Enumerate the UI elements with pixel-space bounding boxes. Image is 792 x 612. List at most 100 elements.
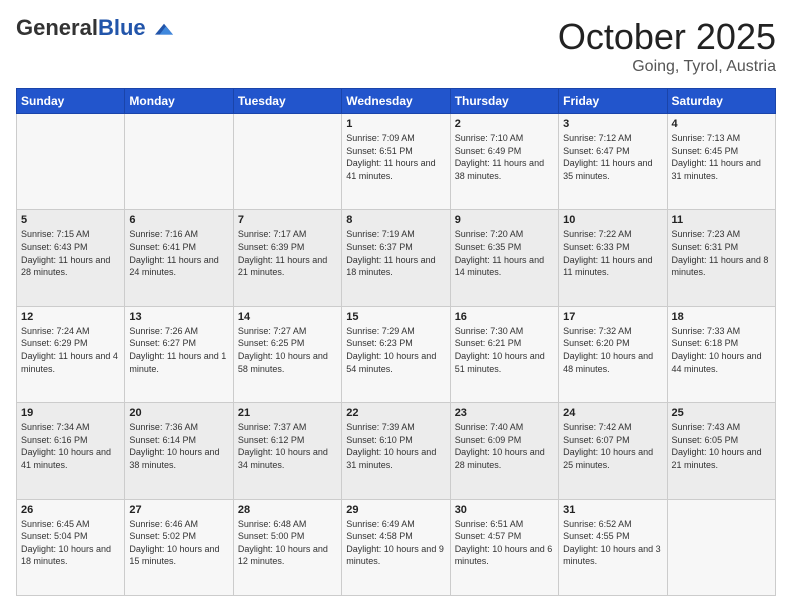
calendar-cell: 16 Sunrise: 7:30 AMSunset: 6:21 PMDayligh… bbox=[450, 306, 558, 402]
day-number: 16 bbox=[455, 311, 554, 323]
day-number: 13 bbox=[129, 311, 228, 323]
day-info: Sunrise: 7:26 AMSunset: 6:27 PMDaylight:… bbox=[129, 325, 228, 375]
day-info: Sunrise: 7:33 AMSunset: 6:18 PMDaylight:… bbox=[672, 325, 771, 375]
calendar-cell: 25Sunrise: 7:43 AMSunset: 6:05 PMDayligh… bbox=[667, 403, 775, 499]
day-info: Sunrise: 7:09 AMSunset: 6:51 PMDaylight:… bbox=[346, 132, 445, 182]
day-info: Sunrise: 7:30 AMSunset: 6:21 PMDaylight:… bbox=[455, 325, 554, 375]
page-header: GeneralBlue October 2025 Going, Tyrol, A… bbox=[16, 16, 776, 76]
calendar-day-header: Friday bbox=[559, 89, 667, 114]
day-info: Sunrise: 7:32 AMSunset: 6:20 PMDaylight:… bbox=[563, 325, 662, 375]
day-info: Sunrise: 6:45 AMSunset: 5:04 PMDaylight:… bbox=[21, 518, 120, 568]
calendar-cell: 23 Sunrise: 7:40 AMSunset: 6:09 PMDayligh… bbox=[450, 403, 558, 499]
day-number: 18 bbox=[672, 311, 771, 323]
day-info: Sunrise: 7:12 AMSunset: 6:47 PMDaylight:… bbox=[563, 132, 662, 182]
calendar-day-header: Wednesday bbox=[342, 89, 450, 114]
calendar-cell: 27 Sunrise: 6:46 AMSunset: 5:02 PMDayligh… bbox=[125, 499, 233, 595]
calendar-cell bbox=[17, 114, 125, 210]
calendar-cell bbox=[125, 114, 233, 210]
calendar-week-row: 12Sunrise: 7:24 AMSunset: 6:29 PMDayligh… bbox=[17, 306, 776, 402]
day-info: Sunrise: 7:40 AMSunset: 6:09 PMDaylight:… bbox=[455, 421, 554, 471]
day-info: Sunrise: 6:49 AMSunset: 4:58 PMDaylight:… bbox=[346, 518, 445, 568]
day-number: 8 bbox=[346, 214, 445, 226]
calendar-cell bbox=[667, 499, 775, 595]
day-number: 1 bbox=[346, 118, 445, 130]
calendar-cell: 12Sunrise: 7:24 AMSunset: 6:29 PMDayligh… bbox=[17, 306, 125, 402]
calendar-cell: 29 Sunrise: 6:49 AMSunset: 4:58 PMDayligh… bbox=[342, 499, 450, 595]
day-info: Sunrise: 6:48 AMSunset: 5:00 PMDaylight:… bbox=[238, 518, 337, 568]
day-info: Sunrise: 7:10 AMSunset: 6:49 PMDaylight:… bbox=[455, 132, 554, 182]
calendar-cell: 2 Sunrise: 7:10 AMSunset: 6:49 PMDaylight… bbox=[450, 114, 558, 210]
day-number: 2 bbox=[455, 118, 554, 130]
day-info: Sunrise: 6:46 AMSunset: 5:02 PMDaylight:… bbox=[129, 518, 228, 568]
day-number: 31 bbox=[563, 504, 662, 516]
day-info: Sunrise: 7:16 AMSunset: 6:41 PMDaylight:… bbox=[129, 228, 228, 278]
calendar-cell: 1 Sunrise: 7:09 AMSunset: 6:51 PMDaylight… bbox=[342, 114, 450, 210]
calendar-cell: 14Sunrise: 7:27 AMSunset: 6:25 PMDayligh… bbox=[233, 306, 341, 402]
calendar-cell: 20 Sunrise: 7:36 AMSunset: 6:14 PMDayligh… bbox=[125, 403, 233, 499]
calendar-cell: 21 Sunrise: 7:37 AMSunset: 6:12 PMDayligh… bbox=[233, 403, 341, 499]
calendar-day-header: Monday bbox=[125, 89, 233, 114]
day-number: 15 bbox=[346, 311, 445, 323]
calendar-cell: 15 Sunrise: 7:29 AMSunset: 6:23 PMDayligh… bbox=[342, 306, 450, 402]
day-info: Sunrise: 7:39 AMSunset: 6:10 PMDaylight:… bbox=[346, 421, 445, 471]
calendar-week-row: 26 Sunrise: 6:45 AMSunset: 5:04 PMDayligh… bbox=[17, 499, 776, 595]
day-info: Sunrise: 7:19 AMSunset: 6:37 PMDaylight:… bbox=[346, 228, 445, 278]
calendar-cell: 17 Sunrise: 7:32 AMSunset: 6:20 PMDayligh… bbox=[559, 306, 667, 402]
day-number: 23 bbox=[455, 407, 554, 419]
day-info: Sunrise: 7:13 AMSunset: 6:45 PMDaylight:… bbox=[672, 132, 771, 182]
day-number: 7 bbox=[238, 214, 337, 226]
day-info: Sunrise: 7:36 AMSunset: 6:14 PMDaylight:… bbox=[129, 421, 228, 471]
day-number: 19 bbox=[21, 407, 120, 419]
day-number: 26 bbox=[21, 504, 120, 516]
calendar-cell: 9Sunrise: 7:20 AMSunset: 6:35 PMDaylight… bbox=[450, 210, 558, 306]
logo: GeneralBlue bbox=[16, 16, 173, 40]
calendar-cell: 30 Sunrise: 6:51 AMSunset: 4:57 PMDayligh… bbox=[450, 499, 558, 595]
calendar-cell: 5 Sunrise: 7:15 AMSunset: 6:43 PMDaylight… bbox=[17, 210, 125, 306]
calendar-cell: 31Sunrise: 6:52 AMSunset: 4:55 PMDayligh… bbox=[559, 499, 667, 595]
day-number: 10 bbox=[563, 214, 662, 226]
day-number: 21 bbox=[238, 407, 337, 419]
month-title: October 2025 bbox=[558, 16, 776, 58]
day-info: Sunrise: 7:22 AMSunset: 6:33 PMDaylight:… bbox=[563, 228, 662, 278]
day-number: 25 bbox=[672, 407, 771, 419]
calendar-week-row: 19 Sunrise: 7:34 AMSunset: 6:16 PMDayligh… bbox=[17, 403, 776, 499]
day-info: Sunrise: 7:17 AMSunset: 6:39 PMDaylight:… bbox=[238, 228, 337, 278]
calendar-cell: 10 Sunrise: 7:22 AMSunset: 6:33 PMDayligh… bbox=[559, 210, 667, 306]
day-number: 29 bbox=[346, 504, 445, 516]
day-number: 6 bbox=[129, 214, 228, 226]
calendar-cell: 24Sunrise: 7:42 AMSunset: 6:07 PMDayligh… bbox=[559, 403, 667, 499]
day-number: 30 bbox=[455, 504, 554, 516]
title-block: October 2025 Going, Tyrol, Austria bbox=[558, 16, 776, 76]
logo-blue-text: Blue bbox=[98, 15, 146, 40]
day-number: 5 bbox=[21, 214, 120, 226]
day-info: Sunrise: 7:23 AMSunset: 6:31 PMDaylight:… bbox=[672, 228, 771, 278]
day-info: Sunrise: 6:51 AMSunset: 4:57 PMDaylight:… bbox=[455, 518, 554, 568]
day-info: Sunrise: 7:29 AMSunset: 6:23 PMDaylight:… bbox=[346, 325, 445, 375]
day-number: 4 bbox=[672, 118, 771, 130]
logo-general-text: General bbox=[16, 15, 98, 40]
calendar-cell: 18 Sunrise: 7:33 AMSunset: 6:18 PMDayligh… bbox=[667, 306, 775, 402]
calendar-cell: 22Sunrise: 7:39 AMSunset: 6:10 PMDayligh… bbox=[342, 403, 450, 499]
day-number: 27 bbox=[129, 504, 228, 516]
day-info: Sunrise: 7:15 AMSunset: 6:43 PMDaylight:… bbox=[21, 228, 120, 278]
day-number: 20 bbox=[129, 407, 228, 419]
calendar-cell: 8 Sunrise: 7:19 AMSunset: 6:37 PMDaylight… bbox=[342, 210, 450, 306]
calendar-cell: 28Sunrise: 6:48 AMSunset: 5:00 PMDayligh… bbox=[233, 499, 341, 595]
calendar-cell: 4 Sunrise: 7:13 AMSunset: 6:45 PMDaylight… bbox=[667, 114, 775, 210]
calendar-cell: 7 Sunrise: 7:17 AMSunset: 6:39 PMDaylight… bbox=[233, 210, 341, 306]
day-number: 24 bbox=[563, 407, 662, 419]
calendar-header-row: SundayMondayTuesdayWednesdayThursdayFrid… bbox=[17, 89, 776, 114]
day-number: 3 bbox=[563, 118, 662, 130]
calendar-week-row: 5 Sunrise: 7:15 AMSunset: 6:43 PMDaylight… bbox=[17, 210, 776, 306]
calendar-cell: 19 Sunrise: 7:34 AMSunset: 6:16 PMDayligh… bbox=[17, 403, 125, 499]
day-info: Sunrise: 7:34 AMSunset: 6:16 PMDaylight:… bbox=[21, 421, 120, 471]
day-number: 17 bbox=[563, 311, 662, 323]
day-number: 9 bbox=[455, 214, 554, 226]
calendar-table: SundayMondayTuesdayWednesdayThursdayFrid… bbox=[16, 88, 776, 596]
calendar-day-header: Thursday bbox=[450, 89, 558, 114]
day-number: 11 bbox=[672, 214, 771, 226]
calendar-cell: 13 Sunrise: 7:26 AMSunset: 6:27 PMDayligh… bbox=[125, 306, 233, 402]
calendar-cell: 11 Sunrise: 7:23 AMSunset: 6:31 PMDayligh… bbox=[667, 210, 775, 306]
calendar-week-row: 1 Sunrise: 7:09 AMSunset: 6:51 PMDaylight… bbox=[17, 114, 776, 210]
day-info: Sunrise: 7:37 AMSunset: 6:12 PMDaylight:… bbox=[238, 421, 337, 471]
